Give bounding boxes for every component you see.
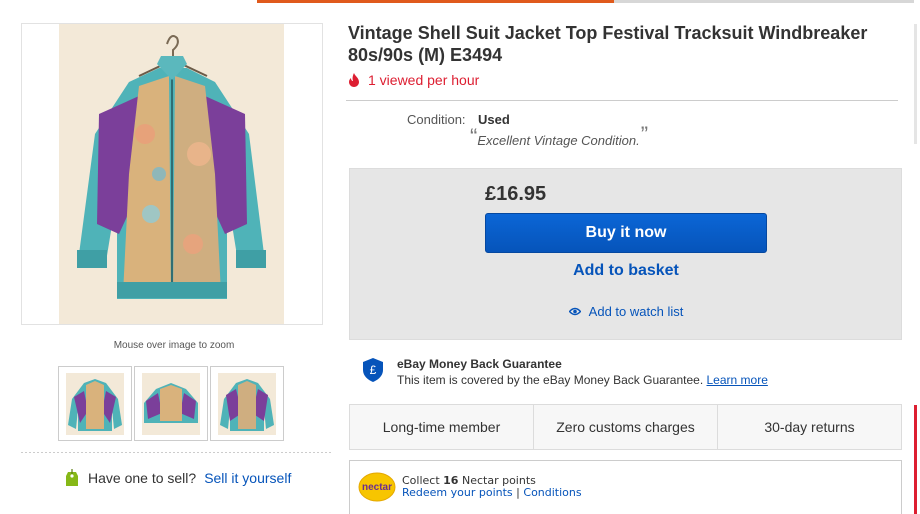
add-to-watch-list-link[interactable]: Add to watch list [485,304,767,319]
main-product-image[interactable] [59,24,284,324]
close-quote: ” [640,122,649,147]
top-progress-accent [257,0,614,3]
nectar-links-row: Redeem your points | Conditions [402,486,582,499]
top-progress-track [614,0,914,3]
condition-label: Condition: [407,112,466,127]
condition-description: “ Excellent Vintage Condition. ” [470,122,649,149]
guarantee-text-row: This item is covered by the eBay Money B… [397,373,768,387]
feature-long-time-member: Long-time member [350,405,534,449]
thumbnail-image [218,372,276,435]
guarantee-title: eBay Money Back Guarantee [397,357,562,371]
condition-description-text: Excellent Vintage Condition. [477,133,640,148]
thumbnail-2[interactable] [134,366,208,441]
open-quote: “ [470,124,478,149]
left-divider [21,452,333,453]
thumbnail-image [142,372,200,435]
nectar-logo: nectar [358,472,396,502]
scrollbar-track[interactable] [914,24,917,144]
sell-row: Have one to sell? Sell it yourself [64,468,291,488]
sell-question: Have one to sell? [88,470,197,486]
views-text: 1 viewed per hour [368,72,480,88]
nectar-separator: | [516,486,520,499]
zoom-hint: Mouse over image to zoom [113,340,235,351]
condition-value: Used [478,112,510,127]
buy-it-now-button[interactable]: Buy it now [485,213,767,253]
title-divider [346,100,898,101]
thumbnail-strip [58,366,284,441]
watch-list-label: Add to watch list [588,304,684,319]
sell-it-yourself-link[interactable]: Sell it yourself [204,470,291,486]
guarantee-text: This item is covered by the eBay Money B… [397,373,704,387]
redeem-points-link[interactable]: Redeem your points [402,486,513,499]
svg-text:£: £ [370,363,377,377]
eye-icon [568,307,581,316]
price: £16.95 [485,183,547,205]
shield-pound-icon: £ [363,358,383,382]
thumbnail-3[interactable] [210,366,284,441]
features-bar: Long-time member Zero customs charges 30… [349,404,902,450]
price-tag-icon [66,469,78,486]
feature-30-day-returns: 30-day returns [764,419,855,435]
thumbnail-1[interactable] [58,366,132,441]
money-back-guarantee [349,340,902,404]
flame-icon [349,73,359,87]
nectar-logo-text: nectar [362,482,392,493]
page-title: Vintage Shell Suit Jacket Top Festival T… [348,23,868,65]
feature-zero-customs: Zero customs charges [534,405,718,449]
views-indicator: 1 viewed per hour [348,72,479,88]
thumbnail-image [66,372,124,435]
add-to-basket-button[interactable]: Add to basket [485,262,767,280]
side-accent [914,405,917,514]
nectar-conditions-link[interactable]: Conditions [523,486,581,499]
learn-more-link[interactable]: Learn more [707,373,768,387]
